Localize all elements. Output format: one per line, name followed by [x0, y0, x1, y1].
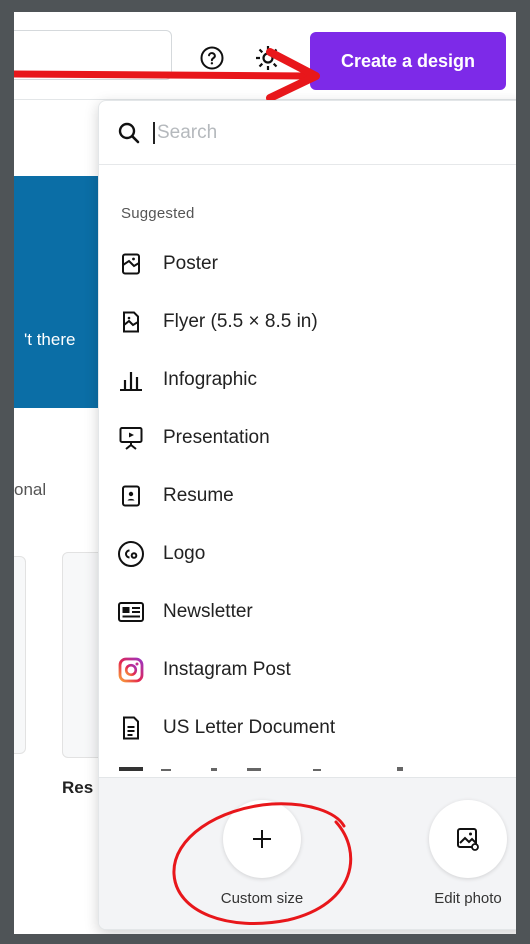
resume-icon: [117, 482, 145, 510]
menu-item-label: Newsletter: [163, 601, 253, 622]
hero-text: 't there: [24, 330, 76, 349]
menu-item-label: Presentation: [163, 427, 270, 448]
search-icon: [118, 122, 140, 144]
edit-photo-button[interactable]: [429, 800, 507, 878]
suggested-list: Poster Flyer (5.5 × 8.5 in) Infographic: [99, 235, 516, 757]
menu-item-label: Logo: [163, 543, 206, 564]
menu-item-flyer[interactable]: Flyer (5.5 × 8.5 in): [99, 293, 516, 351]
menu-item-logo[interactable]: Logo: [99, 525, 516, 583]
document-icon: [117, 714, 145, 742]
bar-chart-icon: [117, 366, 145, 394]
menu-item-label: Flyer (5.5 × 8.5 in): [163, 311, 318, 332]
dropdown-search-input[interactable]: [157, 117, 457, 149]
menu-item-label: Poster: [163, 253, 218, 274]
menu-item-resume[interactable]: Resume: [99, 467, 516, 525]
menu-item-newsletter[interactable]: Newsletter: [99, 583, 516, 641]
app-screen: Create a design 't there onal Res Sugges…: [14, 12, 516, 934]
annotation-arrow: [14, 48, 320, 100]
flyer-icon: [117, 308, 145, 336]
edit-photo-label: Edit photo: [434, 890, 502, 907]
logo-co-icon: [117, 540, 145, 568]
menu-item-label: US Letter Document: [163, 717, 336, 738]
hero-banner: [14, 176, 104, 408]
menu-item-us-letter-document[interactable]: US Letter Document: [99, 699, 516, 757]
presentation-icon: [117, 424, 145, 452]
menu-item-label: Resume: [163, 485, 234, 506]
menu-item-instagram-post[interactable]: Instagram Post: [99, 641, 516, 699]
menu-item-presentation[interactable]: Presentation: [99, 409, 516, 467]
text-cursor: [153, 122, 155, 144]
create-design-button[interactable]: Create a design: [310, 32, 506, 90]
poster-icon: [117, 250, 145, 278]
menu-item-label: Instagram Post: [163, 659, 291, 680]
template-card[interactable]: [14, 556, 26, 754]
section-label-suggested: Suggested: [121, 205, 195, 222]
image-edit-icon: [457, 828, 479, 851]
menu-item-label: Infographic: [163, 369, 258, 390]
template-card-label: Res: [62, 778, 94, 797]
instagram-icon: [117, 656, 145, 684]
annotation-circle: [172, 802, 353, 925]
background-tab-label[interactable]: onal: [14, 480, 46, 500]
partially-hidden-item: [119, 767, 403, 771]
newsletter-icon: [117, 598, 145, 626]
menu-item-poster[interactable]: Poster: [99, 235, 516, 293]
menu-item-infographic[interactable]: Infographic: [99, 351, 516, 409]
dropdown-search-bar: [99, 101, 516, 165]
